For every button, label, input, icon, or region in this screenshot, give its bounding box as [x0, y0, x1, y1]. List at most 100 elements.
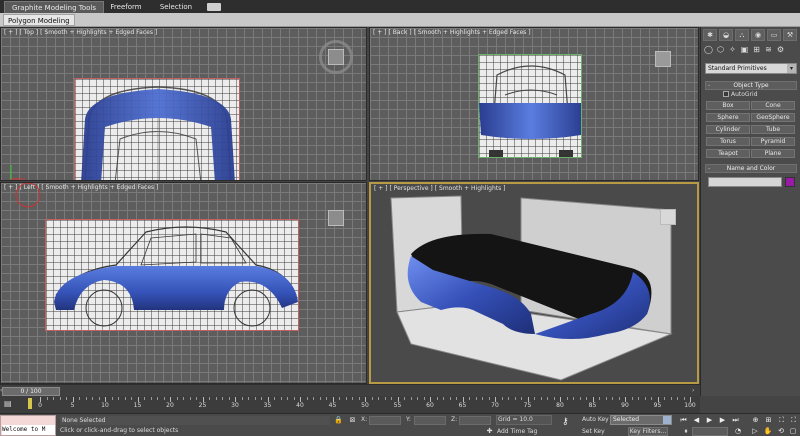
polygon-modeling-panel-button[interactable]: Polygon Modeling	[3, 14, 75, 26]
display-tab-icon[interactable]: ▭	[767, 29, 781, 41]
helpers-icon[interactable]: ⊞	[751, 44, 762, 56]
geosphere-button[interactable]: GeoSphere	[751, 113, 795, 122]
transform-mode-icon[interactable]: ⊠	[347, 415, 358, 425]
lights-icon[interactable]: ✧	[727, 44, 738, 56]
field-of-view-icon[interactable]: ▷	[750, 427, 760, 436]
ruler-tick	[98, 397, 100, 400]
mini-curve-editor-icon[interactable]: ▤	[4, 399, 16, 408]
tube-button[interactable]: Tube	[751, 125, 795, 134]
next-frame-icon[interactable]: ▶	[717, 415, 728, 425]
x-coordinate-field[interactable]	[369, 416, 401, 425]
ruler-tick	[605, 397, 607, 400]
shapes-icon[interactable]: ⬡	[715, 44, 726, 56]
go-to-start-icon[interactable]: ⏮	[678, 415, 689, 425]
time-slider[interactable]: ‹ 0 / 100 ›	[0, 384, 700, 396]
object-name-input[interactable]	[708, 177, 782, 187]
box-button[interactable]: Box	[706, 101, 750, 110]
viewport-view-menu[interactable]: [ Back ]	[389, 29, 412, 36]
viewport-label[interactable]: [ + ][ Top ][ Smooth + Highlights + Edge…	[4, 29, 159, 36]
viewport-back[interactable]: [ + ][ Back ][ Smooth + Highlights + Edg…	[369, 27, 699, 181]
cameras-icon[interactable]: ▣	[739, 44, 750, 56]
rollout-object-type[interactable]: - Object Type	[705, 81, 797, 90]
utilities-tab-icon[interactable]: ⚒	[783, 29, 797, 41]
ruler-tick	[196, 397, 197, 400]
viewport-top[interactable]: [ + ][ Top ][ Smooth + Highlights + Edge…	[0, 27, 367, 181]
rollout-name-and-color[interactable]: - Name and Color	[705, 164, 797, 173]
sphere-button[interactable]: Sphere	[706, 113, 750, 122]
tab-selection[interactable]: Selection	[156, 1, 196, 13]
previous-frame-icon[interactable]: ◀	[691, 415, 702, 425]
zoom-icon[interactable]: ⊕	[750, 415, 761, 425]
track-ruler[interactable]: 0 5 10 15 20 25 30 35 40 45 50 55 60 65 70 75 80 85 90 95 10…	[38, 396, 696, 413]
viewport-shading-menu[interactable]: [ Smooth + Highlights + Edged Faces ]	[40, 29, 157, 36]
tab-freeform[interactable]: Freeform	[106, 1, 146, 13]
create-tab-icon[interactable]: ✱	[703, 29, 717, 41]
ruler-tick	[209, 397, 210, 400]
ruler-tick	[683, 397, 685, 400]
autogrid-checkbox[interactable]: AutoGrid	[723, 91, 758, 98]
pan-icon[interactable]: ✋	[763, 427, 773, 436]
object-color-swatch[interactable]	[785, 177, 795, 187]
time-next-icon[interactable]: ›	[692, 387, 698, 396]
cylinder-button[interactable]: Cylinder	[706, 125, 750, 134]
viewcube-perspective[interactable]	[651, 200, 685, 234]
category-dropdown[interactable]: Standard Primitives ▾	[705, 63, 797, 74]
geometry-icon[interactable]: ◯	[703, 44, 714, 56]
add-time-tag-button[interactable]: Add Time Tag	[497, 428, 537, 435]
maxscript-input[interactable]: Welcome to M	[2, 425, 55, 435]
maxscript-listener[interactable]: Welcome to M	[0, 415, 56, 436]
time-tag-icon[interactable]: ✚	[484, 426, 495, 436]
set-key-button[interactable]: Set Key	[582, 428, 605, 435]
viewcube-back[interactable]	[646, 42, 680, 76]
keyframe-marker[interactable]	[28, 398, 32, 409]
cone-button[interactable]: Cone	[751, 101, 795, 110]
key-mode-icon[interactable]: ⏸	[681, 427, 691, 436]
key-filters-button[interactable]: Key Filters...	[628, 427, 668, 436]
modify-tab-icon[interactable]: ◒	[719, 29, 733, 41]
viewport-perspective[interactable]: [ + ][ Perspective ][ Smooth + Highlight…	[369, 182, 699, 384]
plane-button[interactable]: Plane	[751, 149, 795, 158]
z-coordinate-field[interactable]	[459, 416, 491, 425]
key-selection-dropdown[interactable]: Selected	[610, 415, 672, 425]
hierarchy-tab-icon[interactable]: ⛬	[735, 29, 749, 41]
torus-button[interactable]: Torus	[706, 137, 750, 146]
time-slider-thumb[interactable]: 0 / 100	[2, 387, 60, 396]
spacewarps-icon[interactable]: ≋	[763, 44, 774, 56]
pyramid-button[interactable]: Pyramid	[751, 137, 795, 146]
viewport-plus-menu[interactable]: [ + ]	[4, 29, 18, 36]
ruler-tick	[254, 397, 256, 400]
viewport-plus-menu[interactable]: [ + ]	[373, 29, 387, 36]
viewport-left[interactable]: [ + ][ Left ][ Smooth + Highlights + Edg…	[0, 182, 367, 384]
go-to-end-icon[interactable]: ⏭	[730, 415, 741, 425]
auto-key-button[interactable]: Auto Key	[582, 416, 609, 423]
viewport-view-menu[interactable]: [ Top ]	[20, 29, 39, 36]
lock-icon[interactable]: 🔒	[333, 415, 344, 425]
teapot-button[interactable]: Teapot	[706, 149, 750, 158]
systems-icon[interactable]: ⚙	[775, 44, 786, 56]
ruler-tick	[183, 397, 184, 400]
play-icon[interactable]: ▶	[704, 415, 715, 425]
ruler-tick	[579, 397, 581, 400]
viewcube-left[interactable]	[319, 201, 353, 235]
tab-graphite-modeling-tools[interactable]: Graphite Modeling Tools	[4, 1, 104, 13]
viewport-shading-menu[interactable]: [ Smooth + Highlights + Edged Faces ]	[41, 184, 158, 191]
zoom-all-icon[interactable]: ⊞	[763, 415, 774, 425]
ruler-label: 25	[198, 402, 207, 409]
ribbon-toggle-button[interactable]	[207, 3, 221, 11]
maximize-viewport-icon[interactable]: ▢	[788, 427, 798, 436]
track-bar[interactable]: ▤ 0 5 10 15 20 25 30 35 40 45 50 55 60 65 70 75 80 85 90 95…	[0, 396, 700, 413]
y-coordinate-field[interactable]	[414, 416, 446, 425]
viewcube-top[interactable]	[319, 40, 353, 74]
time-config-icon[interactable]: ◔	[733, 427, 743, 436]
zoom-extents-icon[interactable]: ⛶	[776, 415, 787, 425]
current-frame-field[interactable]: 0	[692, 427, 728, 436]
viewport-shading-menu[interactable]: [ Smooth + Highlights + Edged Faces ]	[414, 29, 531, 36]
ruler-tick	[274, 397, 275, 400]
ruler-tick	[352, 397, 353, 400]
status-bar: Welcome to M None Selected Click or clic…	[0, 413, 800, 436]
ruler-label: 100	[684, 402, 696, 409]
motion-tab-icon[interactable]: ◉	[751, 29, 765, 41]
zoom-extents-all-icon[interactable]: ⛶	[788, 415, 799, 425]
orbit-icon[interactable]: ⟲	[776, 427, 786, 436]
viewport-label[interactable]: [ + ][ Back ][ Smooth + Highlights + Edg…	[373, 29, 533, 36]
